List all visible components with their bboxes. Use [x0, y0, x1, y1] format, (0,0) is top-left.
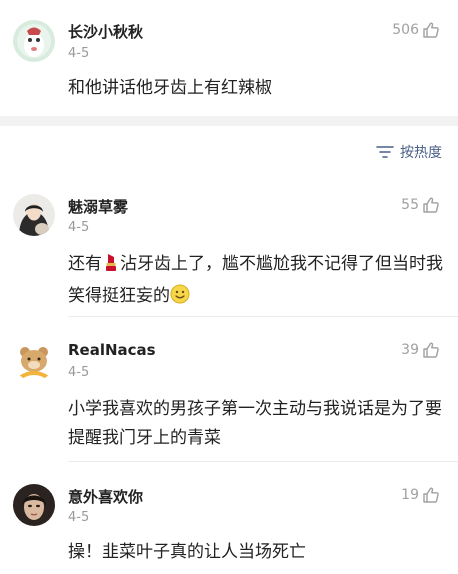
comment-text: 还有 沾牙齿上了，尴不尴尬我不记得了但当时我笑得挺狂妄的 [68, 250, 448, 314]
avatar[interactable] [13, 20, 55, 62]
thumbs-up-icon [422, 341, 440, 359]
username[interactable]: 长沙小秋秋 [68, 21, 143, 42]
divider [68, 461, 458, 462]
avatar[interactable] [13, 484, 55, 526]
like-button[interactable]: 19 [401, 486, 440, 504]
smile-emoji-icon [170, 284, 190, 314]
thumbs-up-icon [422, 196, 440, 214]
comment-text-part: 沾牙齿上了，尴不尴尬我不记得了但当时我笑得挺狂妄的 [68, 254, 443, 306]
lipstick-icon [102, 252, 120, 282]
top-comment: 长沙小秋秋 4-5 506 和他讲话他牙齿上有红辣椒 [0, 0, 458, 116]
comment-date: 4-5 [68, 365, 90, 380]
avatar[interactable] [13, 339, 55, 381]
like-count: 19 [401, 487, 419, 503]
username[interactable]: 意外喜欢你 [68, 486, 143, 507]
like-button[interactable]: 506 [392, 21, 440, 39]
like-count: 506 [392, 22, 419, 38]
like-button[interactable]: 55 [401, 196, 440, 214]
sort-label: 按热度 [400, 145, 442, 161]
comment-date: 4-5 [68, 510, 90, 525]
like-count: 55 [401, 197, 419, 213]
like-count: 39 [401, 342, 419, 358]
section-separator [0, 116, 458, 126]
comment-text-part: 还有 [68, 254, 102, 274]
comment-date: 4-5 [68, 46, 90, 61]
username[interactable]: 魅溺草雾 [68, 196, 128, 217]
sort-lines-icon [376, 145, 394, 159]
username[interactable]: RealNacas [68, 341, 156, 359]
thumbs-up-icon [422, 21, 440, 39]
sort-by-hot-button[interactable]: 按热度 [376, 142, 442, 162]
comment-date: 4-5 [68, 220, 90, 235]
thumbs-up-icon [422, 486, 440, 504]
comment-text: 操！韭菜叶子真的让人当场死亡 [68, 542, 306, 562]
comment-text: 和他讲话他牙齿上有红辣椒 [68, 78, 272, 98]
comment-text: 小学我喜欢的男孩子第一次主动与我说话是为了要提醒我门牙上的青菜 [68, 399, 442, 448]
like-button[interactable]: 39 [401, 341, 440, 359]
avatar[interactable] [13, 194, 55, 236]
divider [68, 316, 458, 317]
